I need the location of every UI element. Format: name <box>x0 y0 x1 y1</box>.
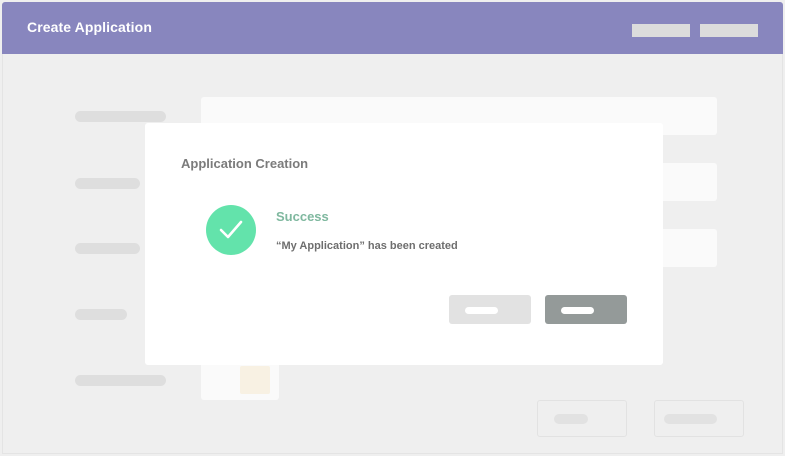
header-action-button-2[interactable] <box>700 24 758 37</box>
button-label-placeholder <box>561 307 594 314</box>
success-message: “My Application” has been created <box>276 240 458 252</box>
success-icon-circle <box>206 205 256 255</box>
button-label-placeholder <box>465 307 498 314</box>
header-title: Create Application <box>27 19 152 35</box>
app-header: Create Application <box>2 2 783 54</box>
dialog-title: Application Creation <box>181 156 309 171</box>
image-thumbnail <box>240 366 270 394</box>
form-secondary-button[interactable] <box>537 400 627 437</box>
form-label-placeholder <box>75 111 166 122</box>
form-label-placeholder <box>75 375 166 386</box>
header-action-button-1[interactable] <box>632 24 690 37</box>
form-label-placeholder <box>75 243 140 254</box>
dialog-cancel-button[interactable] <box>449 295 531 324</box>
success-label: Success <box>276 209 329 224</box>
dialog-confirm-button[interactable] <box>545 295 627 324</box>
form-label-placeholder <box>75 309 127 320</box>
form-primary-button[interactable] <box>654 400 744 437</box>
success-dialog: Application Creation Success “My Applica… <box>145 123 663 365</box>
check-icon <box>219 220 243 239</box>
form-label-placeholder <box>75 178 140 189</box>
